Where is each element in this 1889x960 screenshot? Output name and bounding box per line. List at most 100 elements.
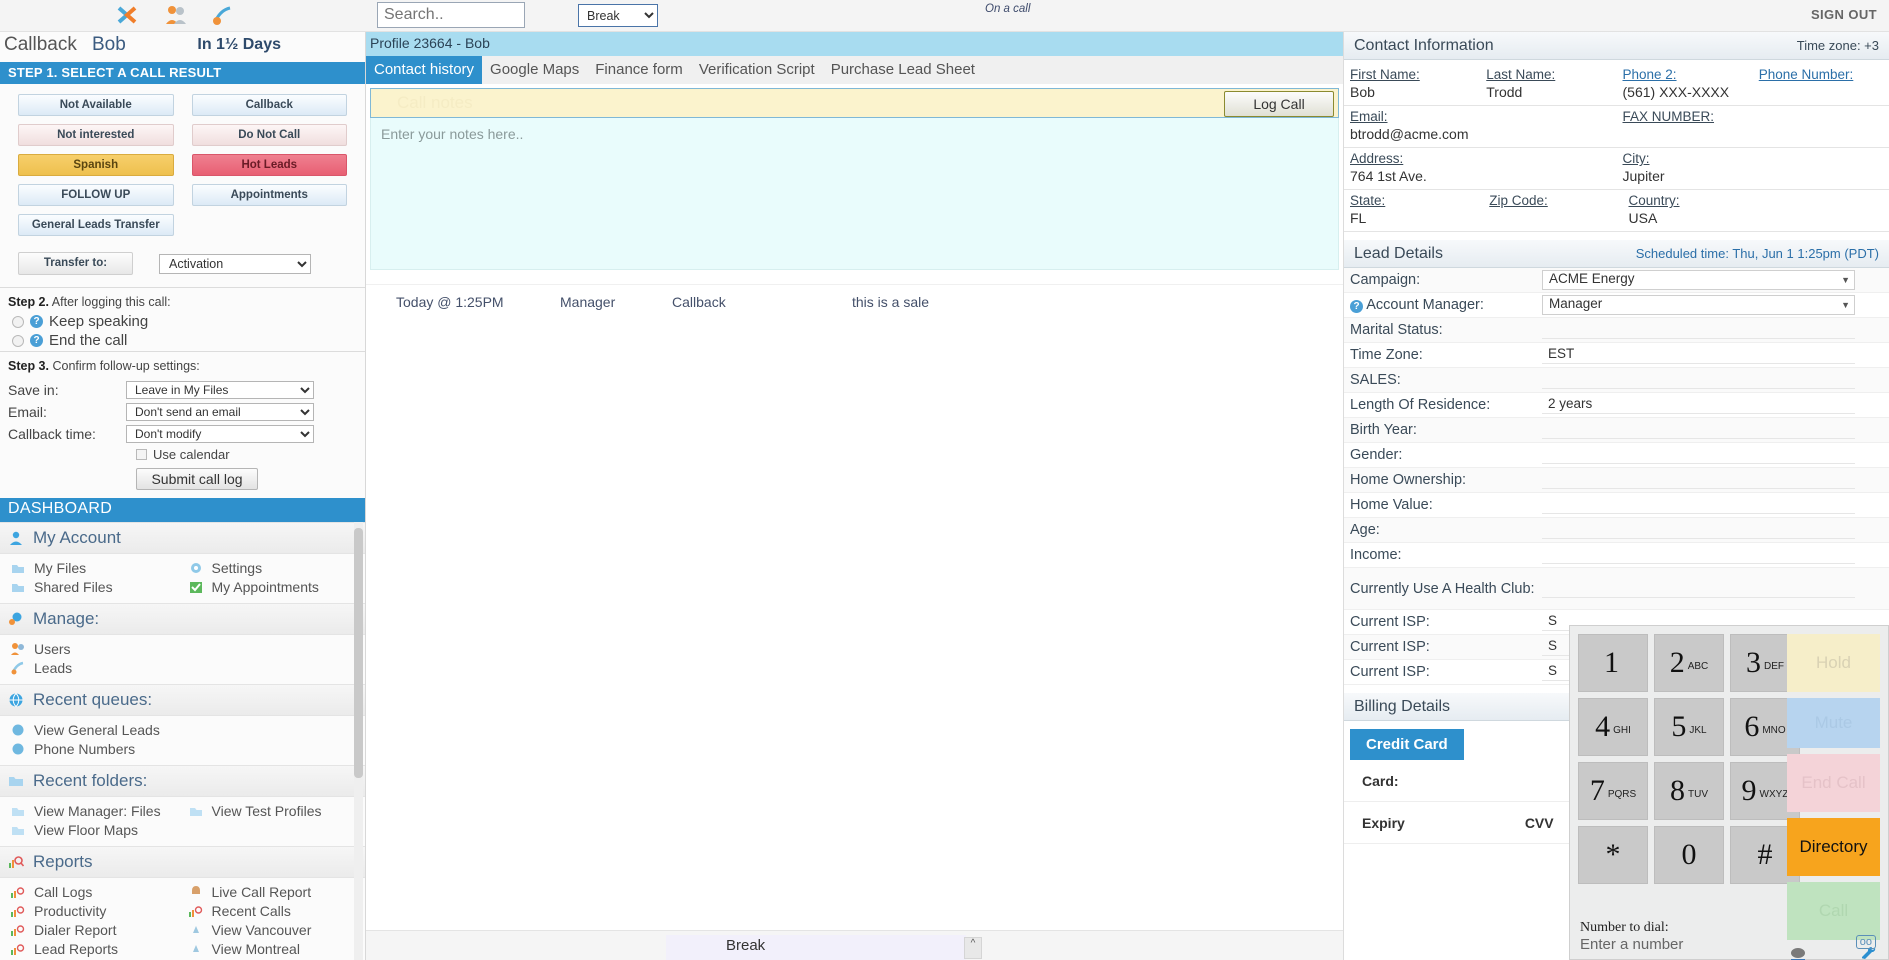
- sidebar-item-view-manager-files[interactable]: View Manager: Files: [10, 803, 188, 819]
- sidebar-item-settings[interactable]: Settings: [188, 560, 366, 576]
- row-value[interactable]: [1542, 521, 1855, 539]
- row-value[interactable]: [1542, 421, 1855, 439]
- row-value[interactable]: [1542, 446, 1855, 464]
- call-button[interactable]: Call: [1787, 882, 1880, 940]
- shuffle-icon[interactable]: [115, 2, 141, 28]
- result-hot-leads[interactable]: Hot Leads: [191, 154, 347, 176]
- row-value[interactable]: [1542, 580, 1855, 598]
- field-zip-code[interactable]: Zip Code:: [1483, 190, 1623, 232]
- mute-button[interactable]: Mute: [1787, 698, 1880, 748]
- field-city[interactable]: City: Jupiter: [1616, 148, 1889, 190]
- sidebar-item-live-call-report[interactable]: Live Call Report: [188, 884, 366, 900]
- dial-key-5[interactable]: 5 JKL: [1654, 698, 1724, 756]
- email-select[interactable]: Don't send an email: [126, 403, 314, 421]
- dial-key-0[interactable]: 0: [1654, 826, 1724, 884]
- dial-key-4[interactable]: 4 GHI: [1578, 698, 1648, 756]
- log-call-button[interactable]: Log Call: [1224, 91, 1334, 117]
- table-row[interactable]: Today @ 1:25PM Manager Callback this is …: [366, 284, 1343, 318]
- row-value[interactable]: [1542, 546, 1855, 564]
- sidebar-item-dialer-report[interactable]: Dialer Report: [10, 922, 188, 938]
- result-spanish[interactable]: Spanish: [18, 154, 174, 176]
- result-general-leads-transfer[interactable]: General Leads Transfer: [18, 214, 174, 236]
- sidebar-item-lead-reports[interactable]: Lead Reports: [10, 941, 188, 957]
- save-in-select[interactable]: Leave in My Files: [126, 381, 314, 399]
- radio-icon[interactable]: [12, 315, 24, 328]
- tab-finance-form[interactable]: Finance form: [587, 56, 691, 84]
- result-follow-up[interactable]: FOLLOW UP: [18, 184, 174, 206]
- sidebar-item-productivity[interactable]: Productivity: [10, 903, 188, 919]
- users-icon[interactable]: [163, 2, 189, 28]
- tab-contact-history[interactable]: Contact history: [366, 56, 483, 84]
- field-last-name[interactable]: Last Name: Trodd: [1480, 64, 1617, 106]
- field-phone-number[interactable]: Phone Number:: [1752, 64, 1889, 106]
- transfer-to-button[interactable]: Transfer to:: [18, 252, 133, 275]
- sidebar-item-recent-calls[interactable]: Recent Calls: [188, 903, 366, 919]
- sidebar-item-my-appointments[interactable]: My Appointments: [188, 579, 366, 595]
- voicemail-icon[interactable]: oo: [1855, 935, 1876, 949]
- headset-icon[interactable]: [1789, 946, 1807, 960]
- number-to-dial-input[interactable]: Enter a number: [1580, 936, 1683, 953]
- tab-purchase-lead-sheet[interactable]: Purchase Lead Sheet: [823, 56, 983, 84]
- submit-call-log-button[interactable]: Submit call log: [136, 468, 258, 490]
- group-recent-queues[interactable]: Recent queues:: [0, 684, 365, 716]
- sidebar-item-view-test-profiles[interactable]: View Test Profiles: [188, 803, 366, 819]
- dial-key-8[interactable]: 8 TUV: [1654, 762, 1724, 820]
- sidebar-item-my-files[interactable]: My Files: [10, 560, 188, 576]
- help-icon[interactable]: ?: [1350, 300, 1363, 313]
- tab-verification-script[interactable]: Verification Script: [691, 56, 823, 84]
- directory-button[interactable]: Directory: [1787, 818, 1880, 876]
- field-phone-2[interactable]: Phone 2: (561) XXX-XXXX: [1616, 64, 1753, 106]
- dial-key-star[interactable]: *: [1578, 826, 1648, 884]
- radio-icon[interactable]: [12, 334, 24, 347]
- dial-key-2[interactable]: 2 ABC: [1654, 634, 1724, 692]
- result-not-available[interactable]: Not Available: [18, 94, 174, 116]
- sidebar-item-users[interactable]: Users: [10, 641, 188, 657]
- field-state[interactable]: State: FL: [1344, 190, 1484, 232]
- sidebar-item-view-montreal[interactable]: View Montreal: [188, 941, 366, 957]
- campaign-select[interactable]: ACME Energy ▼: [1542, 270, 1855, 290]
- end-call-button[interactable]: End Call: [1787, 754, 1880, 812]
- row-value[interactable]: 2 years: [1542, 396, 1855, 414]
- group-reports[interactable]: Reports: [0, 846, 365, 878]
- field-country[interactable]: Country: USA: [1622, 190, 1889, 232]
- break-status-tab[interactable]: Break: [666, 935, 966, 960]
- row-value[interactable]: [1542, 496, 1855, 514]
- step2-option-keep-speaking[interactable]: ? Keep speaking: [0, 313, 365, 330]
- credit-card-tab[interactable]: Credit Card: [1350, 729, 1464, 760]
- sidebar-item-view-general-leads[interactable]: View General Leads: [10, 722, 188, 738]
- result-callback[interactable]: Callback: [191, 94, 347, 116]
- use-calendar-row[interactable]: Use calendar: [8, 447, 365, 462]
- sidebar-item-leads[interactable]: Leads: [10, 660, 188, 676]
- dial-key-1[interactable]: 1: [1578, 634, 1648, 692]
- field-label[interactable]: Phone Number:: [1759, 67, 1883, 82]
- chevron-up-icon[interactable]: ^: [964, 937, 982, 959]
- sidebar-item-call-logs[interactable]: Call Logs: [10, 884, 188, 900]
- sidebar-item-phone-numbers[interactable]: Phone Numbers: [10, 741, 188, 757]
- field-fax-number[interactable]: FAX NUMBER:: [1616, 106, 1889, 148]
- callback-time-select[interactable]: Don't modify: [126, 425, 314, 443]
- field-address[interactable]: Address: 764 1st Ave.: [1344, 148, 1617, 190]
- hold-button[interactable]: Hold: [1787, 634, 1880, 692]
- notes-textarea[interactable]: Enter your notes here..: [370, 118, 1339, 270]
- row-value[interactable]: [1542, 371, 1855, 389]
- field-label[interactable]: Phone 2:: [1623, 67, 1747, 82]
- group-manage[interactable]: Manage:: [0, 603, 365, 635]
- result-do-not-call[interactable]: Do Not Call: [191, 124, 347, 146]
- field-first-name[interactable]: First Name: Bob: [1344, 64, 1481, 106]
- row-value[interactable]: [1542, 321, 1855, 339]
- help-icon[interactable]: ?: [30, 315, 43, 328]
- row-value[interactable]: EST: [1542, 346, 1855, 364]
- checkbox-icon[interactable]: [136, 449, 147, 460]
- search-input[interactable]: [377, 2, 525, 28]
- result-appointments[interactable]: Appointments: [191, 184, 347, 206]
- help-icon[interactable]: ?: [30, 334, 43, 347]
- dial-key-7[interactable]: 7 PQRS: [1578, 762, 1648, 820]
- sidebar-item-view-floor-maps[interactable]: View Floor Maps: [10, 822, 188, 838]
- tab-google-maps[interactable]: Google Maps: [482, 56, 587, 84]
- group-recent-folders[interactable]: Recent folders:: [0, 765, 365, 797]
- sidebar-item-shared-files[interactable]: Shared Files: [10, 579, 188, 595]
- result-not-interested[interactable]: Not interested: [18, 124, 174, 146]
- row-value[interactable]: [1542, 471, 1855, 489]
- sidebar-item-view-vancouver[interactable]: View Vancouver: [188, 922, 366, 938]
- transfer-target-select[interactable]: Activation: [159, 253, 311, 274]
